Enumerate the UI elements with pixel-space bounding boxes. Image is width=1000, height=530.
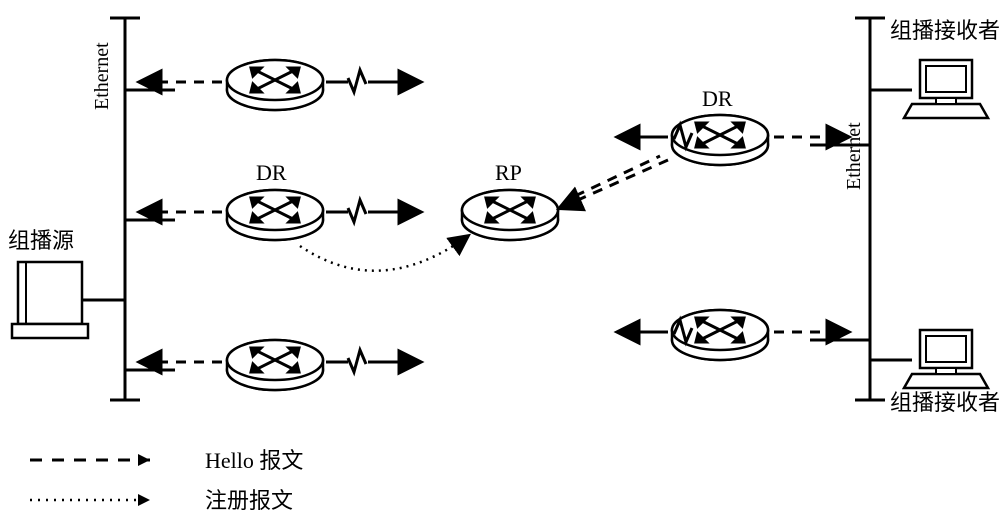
link-r3 xyxy=(326,350,420,372)
legend-hello-label: Hello 报文 xyxy=(205,448,303,473)
router-r5 xyxy=(672,310,768,360)
left-bus-label: Ethernet xyxy=(91,42,113,110)
router-r4-dr xyxy=(672,115,768,165)
right-bus-label: Ethernet xyxy=(843,122,865,190)
register-r2-rp xyxy=(300,236,468,271)
receiver-label-2: 组播接收者 xyxy=(890,390,1000,415)
rp-label: RP xyxy=(495,160,522,185)
link-r2 xyxy=(326,200,420,222)
right-ethernet-bus: Ethernet xyxy=(810,18,912,400)
hello-arrows-right xyxy=(774,137,848,332)
network-diagram: Ethernet Ethernet 组播源 组播接收者 组播接收者 DR RP … xyxy=(0,0,1000,530)
dr-label-left: DR xyxy=(256,160,287,185)
receiver-host-1 xyxy=(904,60,988,118)
multicast-source-label: 组播源 xyxy=(8,228,74,253)
legend: Hello 报文 注册报文 xyxy=(30,448,303,513)
router-r2-dr xyxy=(227,190,323,240)
legend-register-label: 注册报文 xyxy=(205,488,293,513)
router-r3 xyxy=(227,340,323,390)
multicast-source-host xyxy=(12,262,88,338)
dr-label-right: DR xyxy=(702,86,733,111)
hello-arrows-left xyxy=(140,82,222,362)
wan-links-left xyxy=(326,70,420,372)
left-ethernet-bus: Ethernet xyxy=(70,18,175,400)
link-r1 xyxy=(326,70,420,92)
receiver-label-1: 组播接收者 xyxy=(890,18,1000,43)
router-r1 xyxy=(227,60,323,110)
receiver-host-2 xyxy=(904,330,988,388)
router-rp xyxy=(462,190,558,240)
hello-r4-rp xyxy=(560,156,668,208)
